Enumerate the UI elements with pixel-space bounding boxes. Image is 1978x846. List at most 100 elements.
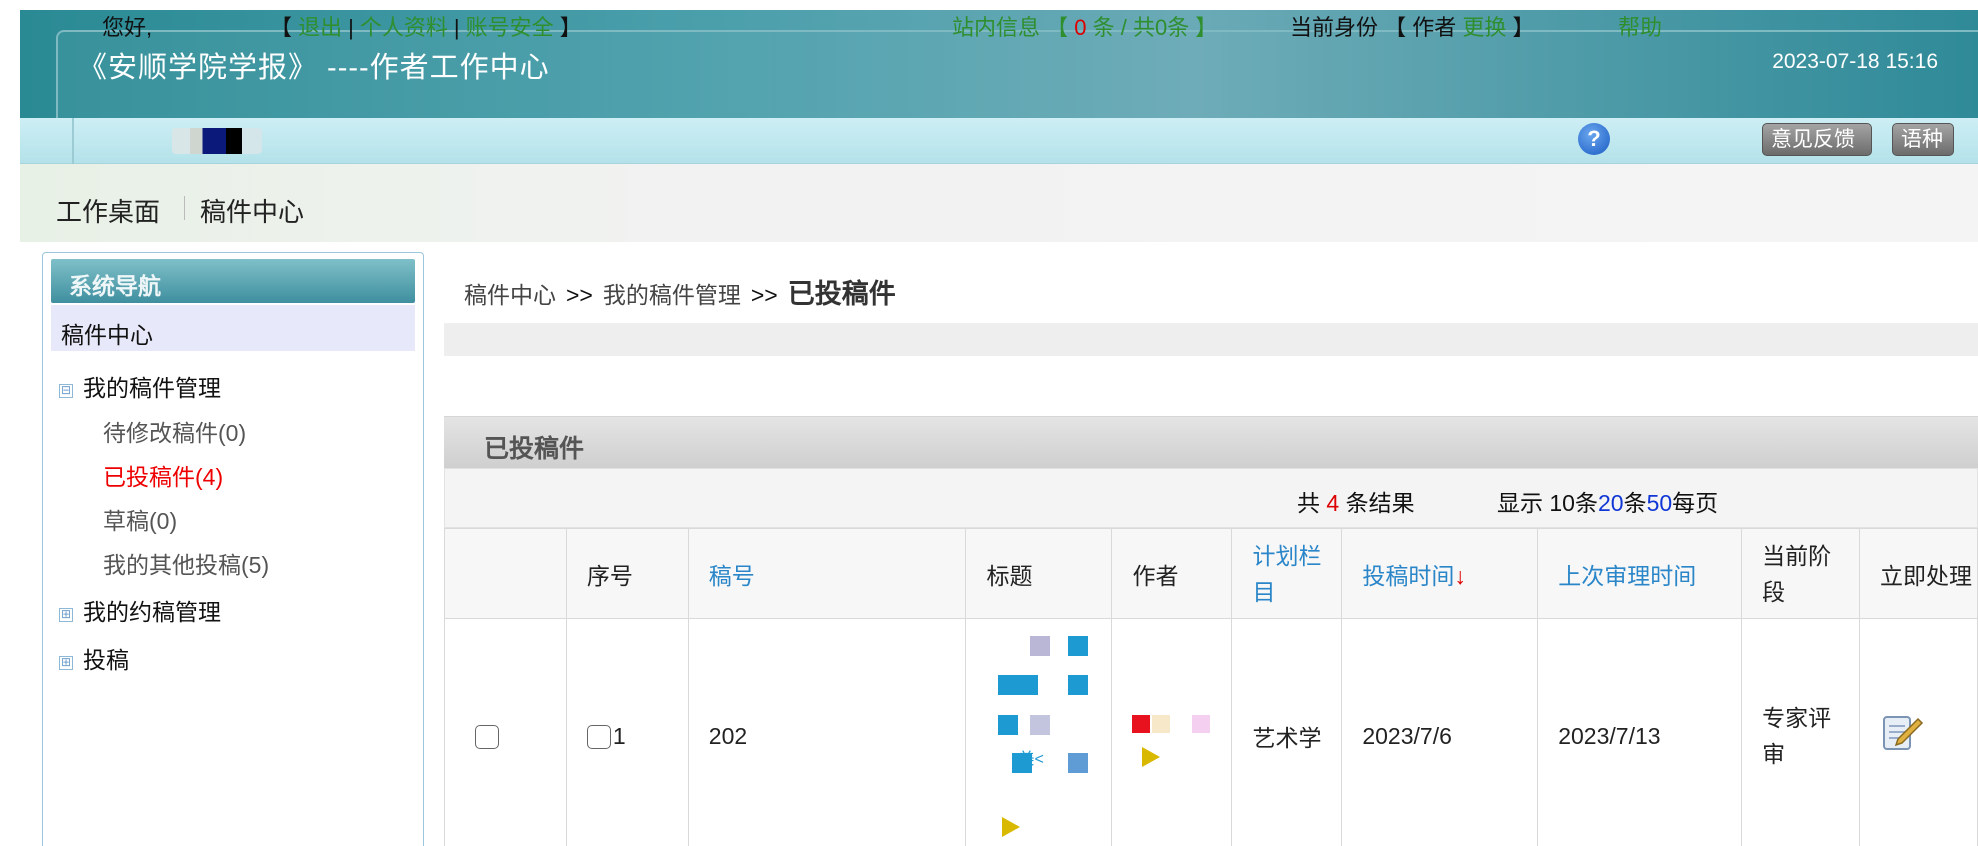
row-title-cell[interactable]: 美< <box>965 618 1113 846</box>
link-separator: | <box>453 15 460 40</box>
page-size-label: 显示 10条 <box>1497 490 1598 516</box>
row-index-cell: 1 <box>565 618 689 846</box>
sidebar-item-pending-revision[interactable]: 待修改稿件(0) <box>103 414 246 448</box>
row-manuscript-no: 202 <box>687 618 967 846</box>
link-separator: | <box>348 15 354 40</box>
page-size-mid: 条 <box>1623 490 1647 516</box>
author-redacted <box>1132 619 1222 846</box>
col-select <box>444 528 567 619</box>
row-current-stage: 专家评审 <box>1741 618 1860 846</box>
row-submitted-time: 2023/7/6 <box>1341 618 1539 846</box>
row-index: 1 <box>612 722 626 749</box>
edit-icon[interactable] <box>1880 711 1924 755</box>
window-edge <box>0 0 20 846</box>
result-count: 共 4 条结果 <box>1297 484 1415 518</box>
nav-workbench[interactable]: 工作桌面 <box>56 192 160 229</box>
tree-label: 投稿 <box>83 647 129 673</box>
user-info-bar <box>20 118 1978 164</box>
manuscript-table: 序号 稿号 标题 作者 计划栏目 投稿时间↓ 上次审理时间 当前阶段 立即处理 … <box>444 528 1978 846</box>
logout-link[interactable]: 退出 <box>298 15 342 40</box>
greeting: 您好, <box>102 15 153 40</box>
row-action-cell <box>1859 618 1978 846</box>
tree-submit[interactable]: ⊞ 投稿 <box>59 641 129 675</box>
sidebar-item-submitted[interactable]: 已投稿件(4) <box>103 458 223 492</box>
page-size-suffix: 每页 <box>1672 490 1719 516</box>
tree-toggle-icon[interactable]: ⊞ <box>59 656 73 670</box>
col-manuscript-no[interactable]: 稿号 <box>687 528 967 619</box>
sidebar-item-label: 稿件中心 <box>61 322 153 348</box>
tree-toggle-icon[interactable]: ⊞ <box>59 608 73 622</box>
breadcrumb-item[interactable]: 我的稿件管理 <box>603 282 741 308</box>
profile-link[interactable]: 个人资料 <box>360 15 448 40</box>
top-nav: 工作桌面 稿件中心 <box>20 164 1978 242</box>
nav-divider <box>184 196 185 220</box>
row-author-cell <box>1111 618 1233 846</box>
sidebar-item-drafts[interactable]: 草稿(0) <box>103 502 177 536</box>
sidebar: 系统导航 稿件中心 ⊟ 我的稿件管理 待修改稿件(0) 已投稿件(4) 草稿(0)… <box>42 252 424 846</box>
table-header-row: 序号 稿号 标题 作者 计划栏目 投稿时间↓ 上次审理时间 当前阶段 立即处理 <box>444 528 1978 619</box>
messages-label: 站内信息 【 <box>952 15 1069 40</box>
title-redacted: 美< <box>974 619 1092 846</box>
col-submitted-time[interactable]: 投稿时间↓ <box>1341 528 1539 619</box>
page-size-50[interactable]: 50 <box>1647 490 1673 516</box>
col-planned-column[interactable]: 计划栏目 <box>1231 528 1343 619</box>
site-title: 《安顺学院学报》 ----作者工作中心 <box>78 52 550 84</box>
panel-title-bar: 已投稿件 <box>444 416 1978 468</box>
col-last-reviewed[interactable]: 上次审理时间 <box>1537 528 1743 619</box>
sidebar-item-manuscript-center[interactable]: 稿件中心 <box>51 305 415 351</box>
role-close: 】 <box>1512 15 1535 40</box>
row-last-reviewed: 2023/7/13 <box>1537 618 1743 846</box>
breadcrumb-item[interactable]: 稿件中心 <box>464 282 556 308</box>
messages-total: 条 / 共0条 】 <box>1092 15 1218 40</box>
title-fragment: 美< <box>1018 751 1044 768</box>
tree-label: 我的约稿管理 <box>83 599 221 625</box>
col-author: 作者 <box>1111 528 1233 619</box>
result-suffix: 条结果 <box>1345 490 1415 516</box>
nav-manuscript-center[interactable]: 稿件中心 <box>200 192 304 229</box>
help-icon[interactable]: ? <box>1578 123 1610 155</box>
col-title: 标题 <box>965 528 1113 619</box>
row-index-checkbox[interactable] <box>586 725 611 750</box>
info-bar-frame <box>72 118 1978 164</box>
table-row: 1 202 美< 艺术学 2023/7/6 2023/7/13 专家评审 <box>444 618 1978 846</box>
tree-my-invited[interactable]: ⊞ 我的约稿管理 <box>59 593 221 627</box>
result-total: 4 <box>1326 490 1340 516</box>
tree-my-manuscripts[interactable]: ⊟ 我的稿件管理 <box>59 369 221 403</box>
language-button[interactable]: 语种 <box>1892 123 1954 156</box>
row-planned-column: 艺术学 <box>1231 618 1343 846</box>
sort-down-icon: ↓ <box>1454 562 1466 589</box>
role-label: 当前身份 【 作者 <box>1290 15 1457 40</box>
breadcrumb: 稿件中心 >> 我的稿件管理 >> 已投稿件 <box>464 272 896 311</box>
current-role: 当前身份 【 作者 更换 】 <box>1290 10 1535 42</box>
sidebar-item-other-submissions[interactable]: 我的其他投稿(5) <box>103 546 269 580</box>
breadcrumb-current: 已投稿件 <box>787 279 896 309</box>
page-size-20[interactable]: 20 <box>1598 490 1624 516</box>
col-submitted-label: 投稿时间 <box>1362 562 1455 589</box>
user-name-masked <box>172 128 262 154</box>
tree-toggle-icon[interactable]: ⊟ <box>59 384 73 398</box>
current-datetime: 2023-07-18 15:16 <box>1772 50 1938 73</box>
window-top-strip <box>20 0 1978 10</box>
sidebar-heading: 系统导航 <box>51 259 415 303</box>
bracket-open: 【 <box>270 15 293 40</box>
row-select-checkbox[interactable] <box>475 725 499 750</box>
breadcrumb-separator: >> <box>566 282 593 308</box>
account-security-link[interactable]: 账号安全 <box>466 15 554 40</box>
col-current-stage: 当前阶段 <box>1741 528 1860 619</box>
result-prefix: 共 <box>1297 490 1320 516</box>
breadcrumb-separator: >> <box>750 282 778 308</box>
row-select-cell <box>444 618 567 846</box>
panel-title: 已投稿件 <box>484 435 585 463</box>
sidebar-heading-text: 系统导航 <box>69 273 161 299</box>
tree-label: 我的稿件管理 <box>83 375 221 401</box>
account-links: 【 退出 | 个人资料 | 账号安全 】 <box>270 10 582 42</box>
switch-role-link[interactable]: 更换 <box>1462 15 1506 40</box>
help-link[interactable]: 帮助 <box>1618 10 1662 42</box>
page-size-selector: 显示 10条20条50每页 <box>1497 484 1718 518</box>
site-messages[interactable]: 站内信息 【 0 条 / 共0条 】 <box>952 10 1217 42</box>
result-summary: 共 4 条结果 显示 10条20条50每页 <box>444 468 1978 528</box>
toolbar-strip <box>444 324 1978 356</box>
col-action: 立即处理 <box>1859 528 1978 619</box>
feedback-button[interactable]: 意见反馈 <box>1762 123 1872 156</box>
col-index: 序号 <box>565 528 689 619</box>
